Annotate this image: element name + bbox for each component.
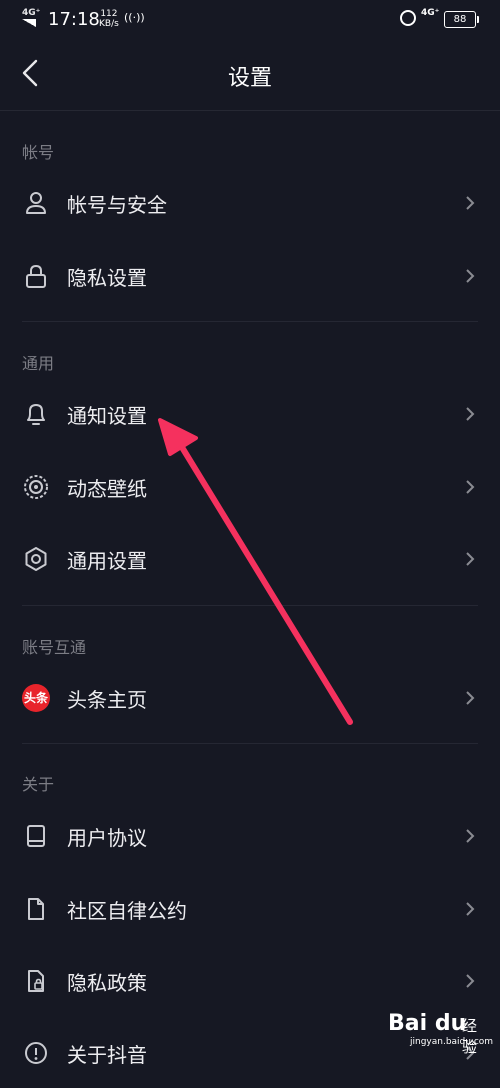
row-label: 通用设置 [67, 549, 147, 573]
section-divider [22, 321, 478, 322]
wallpaper-icon [24, 475, 48, 499]
status-bar: 4G⁺ 17:18 112 KB/s ((·)) 4G⁺ 88 [0, 0, 500, 40]
user-icon [26, 192, 46, 214]
back-button[interactable] [14, 54, 54, 94]
row-toutiao-homepage[interactable]: 头条主页 [0, 661, 500, 733]
chevron-right-icon [466, 552, 475, 566]
row-label: 动态壁纸 [67, 477, 147, 501]
hotspot-icon: ((·)) [124, 11, 145, 24]
lock-icon [26, 264, 46, 288]
row-community-guidelines[interactable]: 社区自律公约 [0, 872, 500, 944]
watermark-title: 经验 [462, 1017, 478, 1056]
network-indicator-right: 4G⁺ [421, 8, 440, 18]
network-type-label: 4G⁺ [22, 8, 41, 18]
clock: 17:18 [48, 9, 100, 30]
row-label: 通知设置 [67, 404, 147, 428]
info-icon [25, 1042, 47, 1064]
chevron-left-icon [22, 59, 38, 87]
watermark-brand: Bai du [388, 1011, 467, 1036]
row-live-wallpaper[interactable]: 动态壁纸 [0, 450, 500, 522]
row-general-settings[interactable]: 通用设置 [0, 522, 500, 594]
alarm-icon [400, 10, 416, 26]
row-label: 用户协议 [67, 826, 147, 850]
section-title-account: 帐号 [22, 143, 55, 162]
row-account-security[interactable]: 帐号与安全 [0, 166, 500, 238]
section-divider [22, 743, 478, 744]
network-speed-unit: KB/s [99, 19, 119, 29]
row-label: 关于抖音 [67, 1043, 147, 1067]
chevron-right-icon [466, 196, 475, 210]
baidu-jingyan-watermark: Bai du 经验 jingyan.baidu.com [380, 1005, 494, 1056]
toutiao-icon: 头条 [22, 684, 50, 712]
section-title-account-link: 账号互通 [22, 638, 87, 657]
row-privacy-settings[interactable]: 隐私设置 [0, 239, 500, 311]
row-label: 隐私设置 [67, 266, 147, 290]
section-divider [22, 605, 478, 606]
network-indicator-left: 4G⁺ [22, 8, 40, 27]
signal-icon [22, 19, 36, 27]
row-notification-settings[interactable]: 通知设置 [0, 377, 500, 449]
navigation-bar: 设置 [0, 40, 500, 111]
privacy-policy-icon [28, 970, 44, 992]
chevron-right-icon [466, 974, 475, 988]
row-label: 帐号与安全 [67, 193, 167, 217]
chevron-right-icon [466, 269, 475, 283]
chevron-right-icon [466, 829, 475, 843]
row-label: 头条主页 [67, 688, 147, 712]
bell-icon [27, 404, 45, 425]
gear-icon [25, 547, 47, 571]
watermark-url: jingyan.baidu.com [410, 1037, 494, 1047]
battery-icon: 88 [444, 11, 479, 28]
chevron-right-icon [466, 407, 475, 421]
section-title-general: 通用 [22, 354, 55, 373]
book-icon [27, 825, 45, 847]
row-label: 社区自律公约 [67, 899, 187, 923]
page-title: 设置 [227, 66, 272, 91]
chevron-right-icon [466, 902, 475, 916]
section-title-about: 关于 [22, 775, 55, 794]
network-speed: 112 KB/s [99, 9, 119, 29]
row-user-agreement[interactable]: 用户协议 [0, 799, 500, 871]
network-speed-value: 112 [100, 9, 118, 19]
row-label: 隐私政策 [67, 971, 147, 995]
chevron-right-icon [466, 480, 475, 494]
chevron-right-icon [466, 691, 475, 705]
document-icon [28, 898, 44, 920]
